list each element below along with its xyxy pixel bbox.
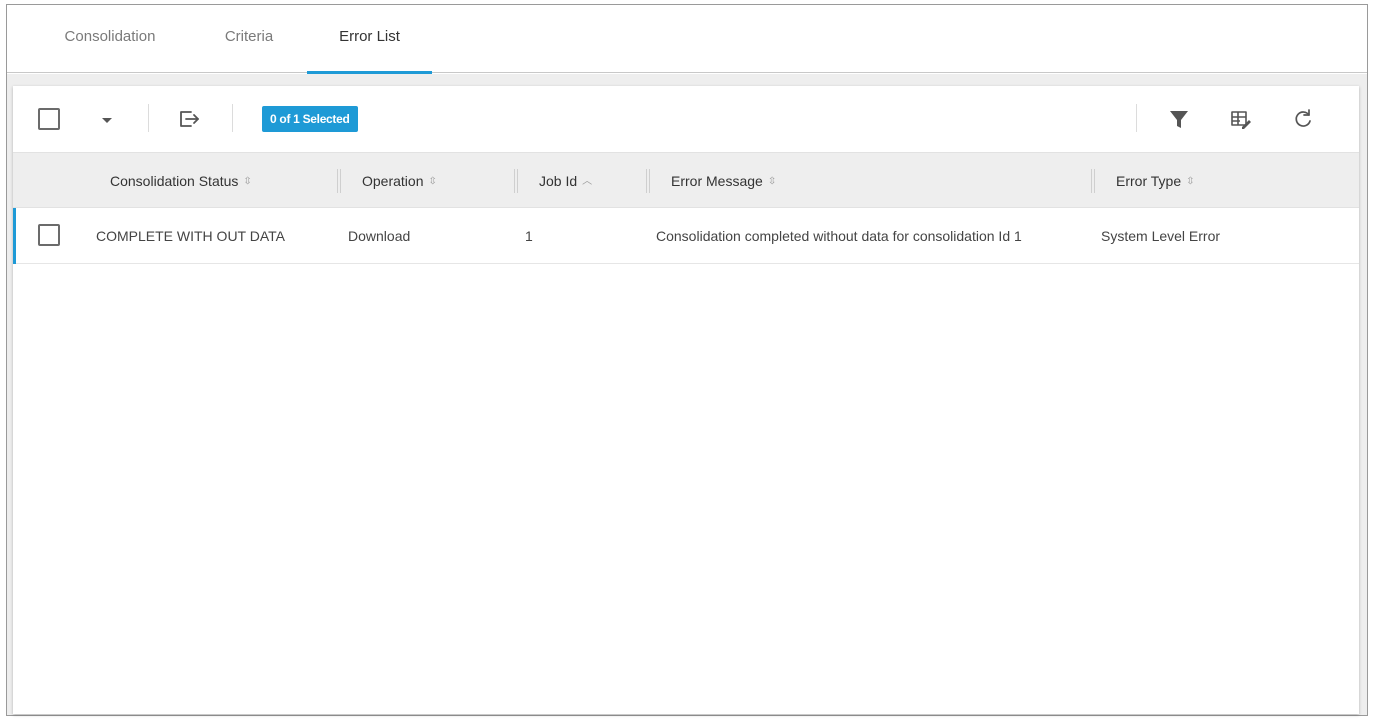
table-row[interactable]: COMPLETE WITH OUT DATA Download 1 Consol…	[13, 208, 1359, 264]
toolbar-divider	[1136, 104, 1137, 132]
column-header-label: Error Message	[671, 173, 763, 189]
grid-header: Consolidation Status ⇳ Operation ⇳ Job Id ︿…	[13, 152, 1359, 208]
column-header-operation[interactable]: Operation ⇳	[362, 153, 437, 209]
column-header-error-type[interactable]: Error Type ⇳	[1116, 153, 1195, 209]
sort-neutral-icon: ⇳	[1186, 176, 1195, 188]
column-resize-handle[interactable]	[1091, 169, 1095, 193]
column-header-job-id[interactable]: Job Id ︿	[539, 153, 592, 209]
column-header-label: Operation	[362, 173, 424, 189]
tab-criteria[interactable]: Criteria	[219, 5, 279, 73]
export-icon[interactable]	[175, 105, 203, 133]
grid-toolbar: 0 of 1 Selected	[13, 86, 1359, 152]
column-header-consolidation-status[interactable]: Consolidation Status ⇳	[110, 153, 252, 209]
filter-icon[interactable]	[1165, 105, 1193, 133]
column-header-label: Consolidation Status	[110, 173, 239, 189]
tab-consolidation[interactable]: Consolidation	[59, 5, 161, 73]
cell-error-type: System Level Error	[1101, 228, 1221, 244]
selection-count-badge: 0 of 1 Selected	[262, 106, 358, 132]
sort-neutral-icon: ⇳	[767, 176, 777, 188]
toolbar-divider	[148, 104, 149, 132]
cell-error-message: Consolidation completed without data for…	[656, 228, 1022, 244]
tab-error-list[interactable]: Error List	[307, 5, 432, 74]
app-frame: Consolidation Criteria Error List 0 of 1…	[6, 4, 1368, 716]
column-header-label: Error Type	[1116, 173, 1182, 189]
column-edit-icon[interactable]	[1227, 105, 1255, 133]
cell-consolidation-status: COMPLETE WITH OUT DATA	[96, 228, 286, 244]
select-all-checkbox[interactable]	[38, 108, 60, 130]
column-header-error-message[interactable]: Error Message ⇳	[671, 153, 776, 209]
column-resize-handle[interactable]	[337, 169, 341, 193]
content-area: 0 of 1 Selected Consolidation Status ⇳ O…	[7, 74, 1367, 715]
sort-ascending-icon: ︿	[582, 176, 593, 188]
error-list-panel: 0 of 1 Selected Consolidation Status ⇳ O…	[13, 86, 1359, 714]
refresh-icon[interactable]	[1289, 105, 1317, 133]
cell-operation: Download	[348, 228, 411, 244]
column-resize-handle[interactable]	[514, 169, 518, 193]
column-header-label: Job Id	[539, 173, 578, 189]
toolbar-divider	[232, 104, 233, 132]
tab-bar: Consolidation Criteria Error List	[7, 5, 1367, 74]
sort-neutral-icon: ⇳	[243, 176, 252, 188]
row-select-checkbox[interactable]	[38, 224, 60, 246]
sort-neutral-icon: ⇳	[428, 176, 437, 188]
column-resize-handle[interactable]	[646, 169, 650, 193]
cell-job-id: 1	[525, 228, 533, 244]
caret-down-icon[interactable]	[102, 118, 112, 123]
row-focus-indicator	[13, 208, 16, 264]
